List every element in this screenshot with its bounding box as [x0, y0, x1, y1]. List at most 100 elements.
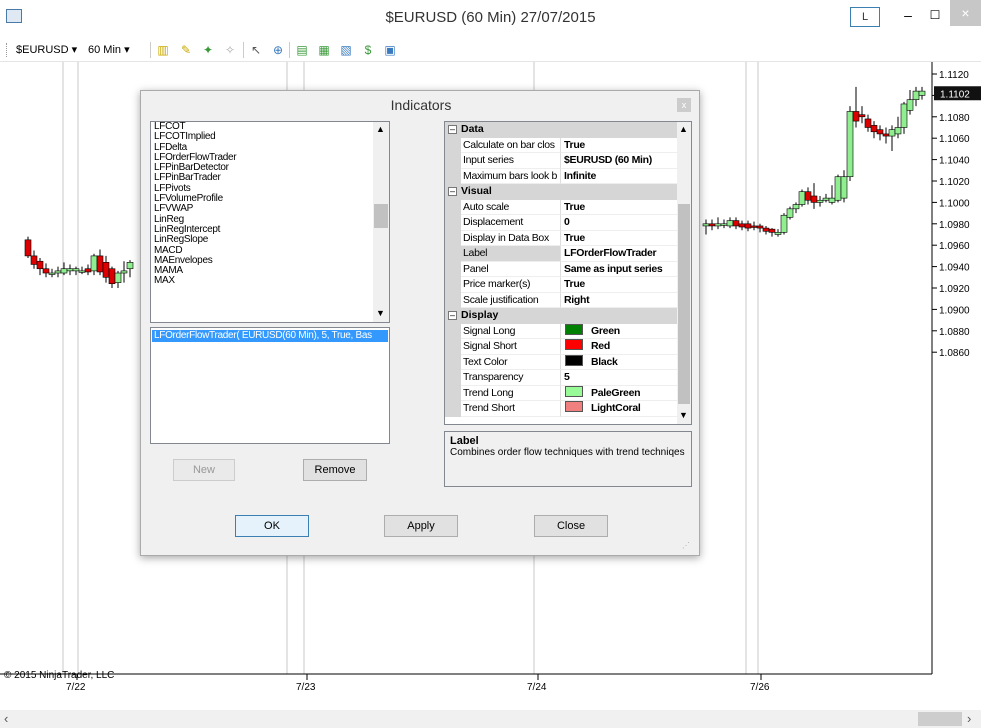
maximize-button[interactable]: ☐ — [924, 6, 946, 26]
current-price-label: 1.1102 — [940, 89, 970, 100]
property-value[interactable]: 0 — [561, 215, 677, 231]
property-category[interactable]: – Data — [445, 122, 677, 138]
indicator-list[interactable]: LFCOT LFCOTImplied LFDelta LFOrderFlowTrade… — [150, 121, 390, 323]
property-category[interactable]: – Visual — [445, 184, 677, 200]
property-value[interactable]: True — [561, 138, 677, 153]
candle-body — [756, 225, 764, 229]
indicator-list-item[interactable]: LinRegSlope — [151, 235, 389, 245]
resize-grip-icon[interactable]: ⋰ — [682, 541, 690, 550]
bar-type-icon[interactable]: ▥ — [155, 42, 171, 58]
instrument-selector[interactable]: $EURUSD ▾ — [16, 43, 77, 56]
property-value[interactable]: True — [561, 200, 677, 215]
properties-icon[interactable]: ▧ — [338, 42, 354, 58]
property-row[interactable]: Price marker(s) True — [445, 277, 677, 293]
property-value[interactable]: True — [561, 231, 677, 246]
scroll-down-icon[interactable]: ▼ — [679, 410, 688, 420]
property-row[interactable]: Displacement 0 — [445, 215, 677, 231]
collapse-icon[interactable]: – — [448, 311, 457, 320]
property-row[interactable]: Display in Data Box True — [445, 230, 677, 246]
property-value[interactable]: LFOrderFlowTrader — [561, 246, 677, 262]
property-name: Panel — [461, 261, 561, 277]
drawing-tool-icon[interactable]: ✦ — [200, 42, 216, 58]
scroll-thumb[interactable] — [374, 204, 388, 228]
property-grid[interactable]: – Data Calculate on bar clos True Input seri… — [444, 121, 692, 425]
cursor-icon[interactable]: ↖ — [248, 42, 264, 58]
pencil-icon[interactable]: ✎ — [178, 42, 194, 58]
property-row[interactable]: Text Color Black — [445, 354, 677, 370]
property-row[interactable]: Label LFOrderFlowTrader — [445, 246, 677, 262]
applied-indicators-list[interactable]: LFOrderFlowTrader( EURUSD(60 Min), 5, Tr… — [150, 327, 390, 444]
property-value[interactable]: $EURUSD (60 Min) — [561, 153, 677, 169]
property-value[interactable]: 5 — [561, 370, 677, 386]
indicator-list-item[interactable]: MAMA — [151, 266, 389, 276]
property-name: Signal Long — [461, 323, 561, 339]
dialog-close-button[interactable]: x — [677, 98, 691, 112]
property-row[interactable]: Scale justification Right — [445, 292, 677, 308]
property-row[interactable]: Trend Long PaleGreen — [445, 385, 677, 401]
indicator-list-item[interactable]: MAX — [151, 276, 389, 286]
indicators-icon[interactable]: ▤ — [294, 42, 310, 58]
toolbar-grip[interactable] — [6, 43, 9, 57]
indicator-list-item[interactable]: LFVWAP — [151, 204, 389, 214]
indicator-list-item[interactable]: MAEnvelopes — [151, 255, 389, 266]
apply-button[interactable]: Apply — [384, 515, 458, 537]
horizontal-scrollbar[interactable]: ‹ › — [0, 710, 981, 728]
property-row[interactable]: Transparency 5 — [445, 370, 677, 386]
property-row[interactable]: Signal Long Green — [445, 323, 677, 339]
property-value[interactable]: Infinite — [561, 169, 677, 184]
candle-body — [30, 255, 38, 265]
data-box-icon[interactable]: ▣ — [382, 42, 398, 58]
applied-indicator-item[interactable]: LFOrderFlowTrader( EURUSD(60 Min), 5, Tr… — [152, 330, 388, 342]
price-label: 1.0940 — [939, 263, 970, 274]
dollar-icon[interactable]: $ — [360, 42, 376, 58]
period-selector[interactable]: 60 Min ▾ — [88, 43, 130, 56]
property-row[interactable]: Input series $EURUSD (60 Min) — [445, 153, 677, 169]
indicator-list-scrollbar[interactable]: ▲ ▼ — [373, 122, 389, 322]
strategies-icon[interactable]: ▦ — [316, 42, 332, 58]
property-value[interactable]: LightCoral — [561, 401, 677, 417]
candle-body — [768, 228, 776, 233]
scroll-down-icon[interactable]: ▼ — [376, 308, 385, 318]
dialog-title: Indicators — [390, 97, 452, 113]
property-category[interactable]: – Display — [445, 308, 677, 324]
property-value[interactable]: True — [561, 277, 677, 293]
scroll-up-icon[interactable]: ▲ — [679, 124, 688, 134]
collapse-icon[interactable]: – — [448, 187, 457, 196]
property-row[interactable]: Panel Same as input series — [445, 261, 677, 277]
property-value[interactable]: Black — [561, 354, 677, 370]
property-name: Trend Long — [461, 385, 561, 401]
property-row[interactable]: Calculate on bar clos True — [445, 137, 677, 153]
new-button[interactable]: New — [173, 459, 235, 481]
date-label: 7/23 — [296, 682, 316, 693]
property-value[interactable]: Green — [561, 323, 677, 339]
property-value[interactable]: Right — [561, 293, 677, 308]
scroll-up-icon[interactable]: ▲ — [376, 124, 385, 134]
close-window-button[interactable]: × — [950, 0, 981, 26]
row-margin — [445, 137, 461, 153]
ok-button[interactable]: OK — [235, 515, 309, 537]
close-button[interactable]: Close — [534, 515, 608, 537]
scroll-left-icon[interactable]: ‹ — [4, 711, 8, 726]
property-grid-scrollbar[interactable]: ▲ ▼ — [677, 122, 691, 424]
minimize-button[interactable]: – — [897, 6, 919, 26]
scroll-thumb[interactable] — [678, 204, 690, 404]
property-value[interactable]: Red — [561, 339, 677, 355]
property-value[interactable]: Same as input series — [561, 262, 677, 277]
price-label: 1.0880 — [939, 327, 970, 338]
remove-button[interactable]: Remove — [303, 459, 367, 481]
candle-body — [906, 99, 914, 111]
remove-drawing-icon[interactable]: ✧ — [222, 42, 238, 58]
property-value[interactable]: PaleGreen — [561, 385, 677, 401]
link-button[interactable]: L — [850, 7, 880, 27]
zoom-icon[interactable]: ⊕ — [270, 42, 286, 58]
candle-body — [744, 223, 752, 229]
scroll-thumb[interactable] — [918, 712, 962, 726]
property-row[interactable]: Signal Short Red — [445, 339, 677, 355]
row-margin — [445, 401, 461, 417]
property-row[interactable]: Trend Short LightCoral — [445, 401, 677, 417]
property-row[interactable]: Maximum bars look b Infinite — [445, 168, 677, 184]
property-row[interactable]: Auto scale True — [445, 199, 677, 215]
scroll-right-icon[interactable]: › — [967, 711, 971, 726]
row-margin — [445, 246, 461, 262]
collapse-icon[interactable]: – — [448, 125, 457, 134]
